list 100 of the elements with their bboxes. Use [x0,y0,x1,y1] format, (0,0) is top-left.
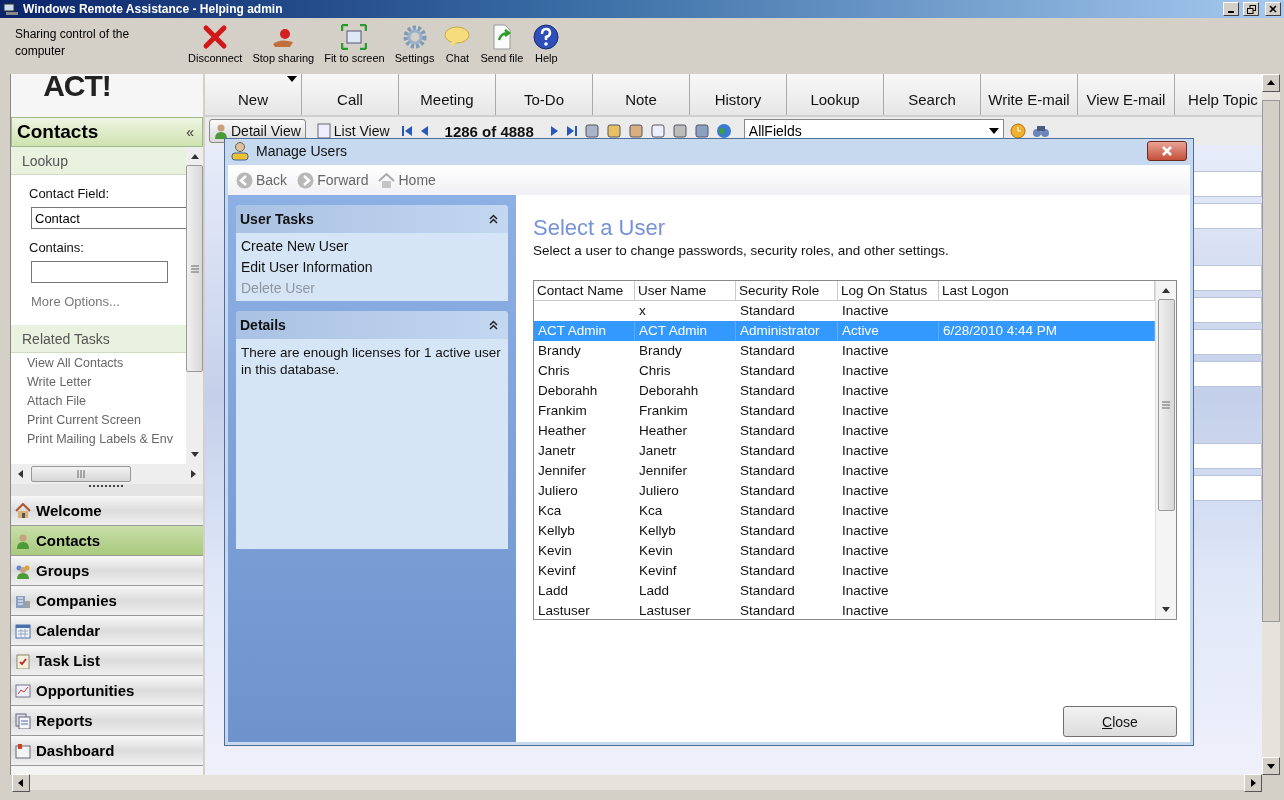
minimize-button[interactable] [1223,2,1239,16]
nav-item[interactable]: Opportunities [11,676,203,706]
splitter-grip[interactable] [11,484,203,496]
column-header[interactable]: Last Logon [939,281,1155,301]
table-cell-text: Inactive [841,582,890,600]
table-cell-text: Inactive [841,342,890,360]
toolbar-button[interactable]: History [690,74,787,115]
table-cell-text: Inactive [841,482,890,500]
table-cell-text: Deborahh [537,382,599,400]
toolbar-button[interactable]: New [205,74,302,115]
table-cell-text: Standard [739,382,796,400]
scrollbar[interactable] [186,147,203,464]
scroll-left-icon [17,470,25,478]
toolbar-button[interactable]: Meeting [399,74,496,115]
nav-item[interactable]: Calendar [11,616,203,646]
grip-icon [89,484,125,488]
nav-item[interactable]: Task List [11,646,203,676]
nav-item[interactable]: Reports [11,706,203,736]
scroll-right-icon [189,470,197,478]
nav-item[interactable]: Contacts [11,526,203,556]
binoculars-icon[interactable] [1031,123,1050,139]
restore-icon [1246,4,1256,14]
more-options-link[interactable]: More Options... [31,294,186,309]
column-header[interactable]: Log On Status [838,281,939,301]
nav-button[interactable]: Forward [297,171,369,189]
home-icon [378,171,396,189]
record-counter: 1286 of 4888 [444,122,534,140]
task-link[interactable]: Print Current Screen [27,413,186,427]
collapse-icon[interactable] [489,320,498,330]
dashboard-icon [15,742,31,759]
table-cell-text: Kevin [638,542,674,560]
column-header[interactable]: Security Role [736,281,838,301]
table-scrollbar[interactable] [1155,281,1176,619]
calendar-icon [15,622,31,639]
scroll-up-icon [1267,79,1275,87]
toolbar-button[interactable]: To-Do [496,74,593,115]
table-cell-text: Inactive [841,542,890,560]
toolbar-button[interactable]: Call [302,74,399,115]
column-header[interactable]: User Name [635,281,736,301]
vertical-scrollbar[interactable] [1262,74,1280,775]
task-link[interactable]: Write Letter [27,375,186,389]
collapse-icon[interactable] [489,214,498,224]
table-cell-text: Standard [739,342,796,360]
horizontal-scrollbar[interactable] [12,775,1262,790]
globe-icon[interactable] [715,123,732,139]
close-button[interactable] [1147,141,1187,161]
horizontal-scrollbar[interactable] [11,464,203,484]
toolbar-button[interactable]: Stop sharing [247,24,320,64]
task-link[interactable]: Edit User Information [236,257,508,278]
toolbar-button[interactable]: Search [884,74,981,115]
nav-item[interactable]: Welcome [11,496,203,526]
nav-item[interactable]: Groups [11,556,203,586]
table-cell-text: Standard [739,522,796,540]
table-cell-text: Frankim [537,402,588,420]
table-cell-text: Kevinf [537,562,577,580]
task-link[interactable]: Attach File [27,394,186,408]
toolbar-button[interactable]: View E-mail [1078,74,1175,115]
restore-button[interactable] [1243,2,1259,16]
nav-button[interactable]: Back [236,171,288,189]
chart-icon [15,682,31,699]
task-link[interactable]: View All Contacts [27,356,186,370]
task-link[interactable]: Create New User [236,236,508,257]
toolbar-button[interactable]: Send file [475,24,529,64]
column-header[interactable]: Contact Name [534,281,635,301]
table-cell-text: Jennifer [638,462,689,480]
table-cell-text: Standard [739,442,796,460]
table-cell-text: Kellyb [638,522,677,540]
toolbar-button[interactable]: Write E-mail [981,74,1078,115]
collapse-button[interactable]: « [186,124,194,140]
toolbar-button[interactable]: Chat [439,24,476,64]
table-cell-text: Juliero [638,482,680,500]
nav-item[interactable]: Dashboard [11,736,203,766]
task-link[interactable]: Print Mailing Labels & Env [27,432,186,446]
person-icon [15,532,31,549]
table-cell-text: Brandy [537,342,582,360]
first-icon[interactable] [400,125,413,137]
user-icon [230,141,250,161]
toolbar-button[interactable]: Help [528,24,565,64]
close-dialog-button[interactable]: Close [1063,706,1177,737]
toolbar-button[interactable]: Disconnect [183,24,248,64]
toolbar-button[interactable]: Lookup [787,74,884,115]
person-icon [214,123,228,139]
contains-input[interactable] [31,261,168,283]
table-cell-text: Janetr [537,442,577,460]
computer-icon [3,2,19,16]
contact-field-input[interactable]: Contact [31,207,186,229]
nav-item[interactable]: Companies [11,586,203,616]
dialog-title: Manage Users [256,143,349,159]
table-cell-text: Jennifer [537,462,588,480]
table-cell-text: Kevin [537,542,573,560]
clock-icon[interactable] [1009,123,1026,139]
toolbar-button[interactable]: Fit to screen [319,24,390,64]
view-tab[interactable]: List View [311,119,395,143]
last-icon[interactable] [565,125,578,137]
table-cell-text: Deborahh [638,382,700,400]
toolbar-button[interactable]: Note [593,74,690,115]
scroll-down-icon [190,450,199,458]
toolbar-button[interactable]: Settings [389,24,440,64]
nav-button[interactable]: Home [378,171,436,189]
next-icon[interactable] [549,125,560,137]
